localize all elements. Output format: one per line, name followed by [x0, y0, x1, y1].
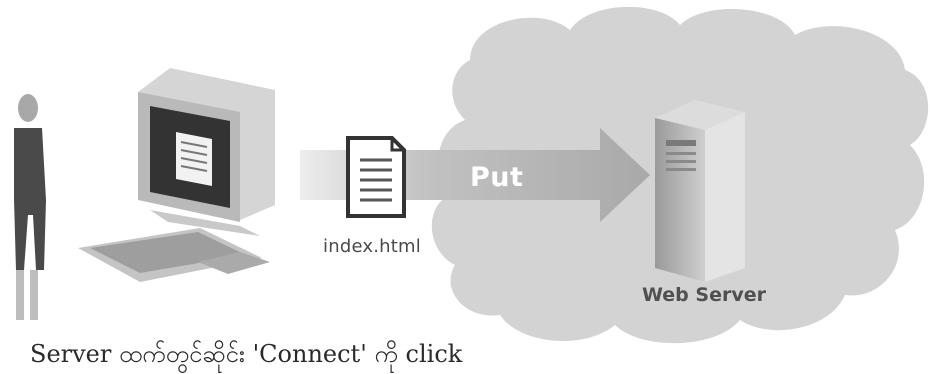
caption-text: Server ထက်တွင်ဆိုင်း 'Connect' ကို click [30, 340, 463, 368]
computer-icon [78, 68, 275, 282]
arrow-label: Put [470, 162, 524, 193]
server-icon [655, 100, 745, 282]
person-icon [14, 94, 46, 320]
server-label: Web Server [642, 284, 766, 306]
file-label: index.html [323, 236, 421, 257]
upload-diagram [14, 6, 929, 344]
document-icon [346, 136, 406, 218]
